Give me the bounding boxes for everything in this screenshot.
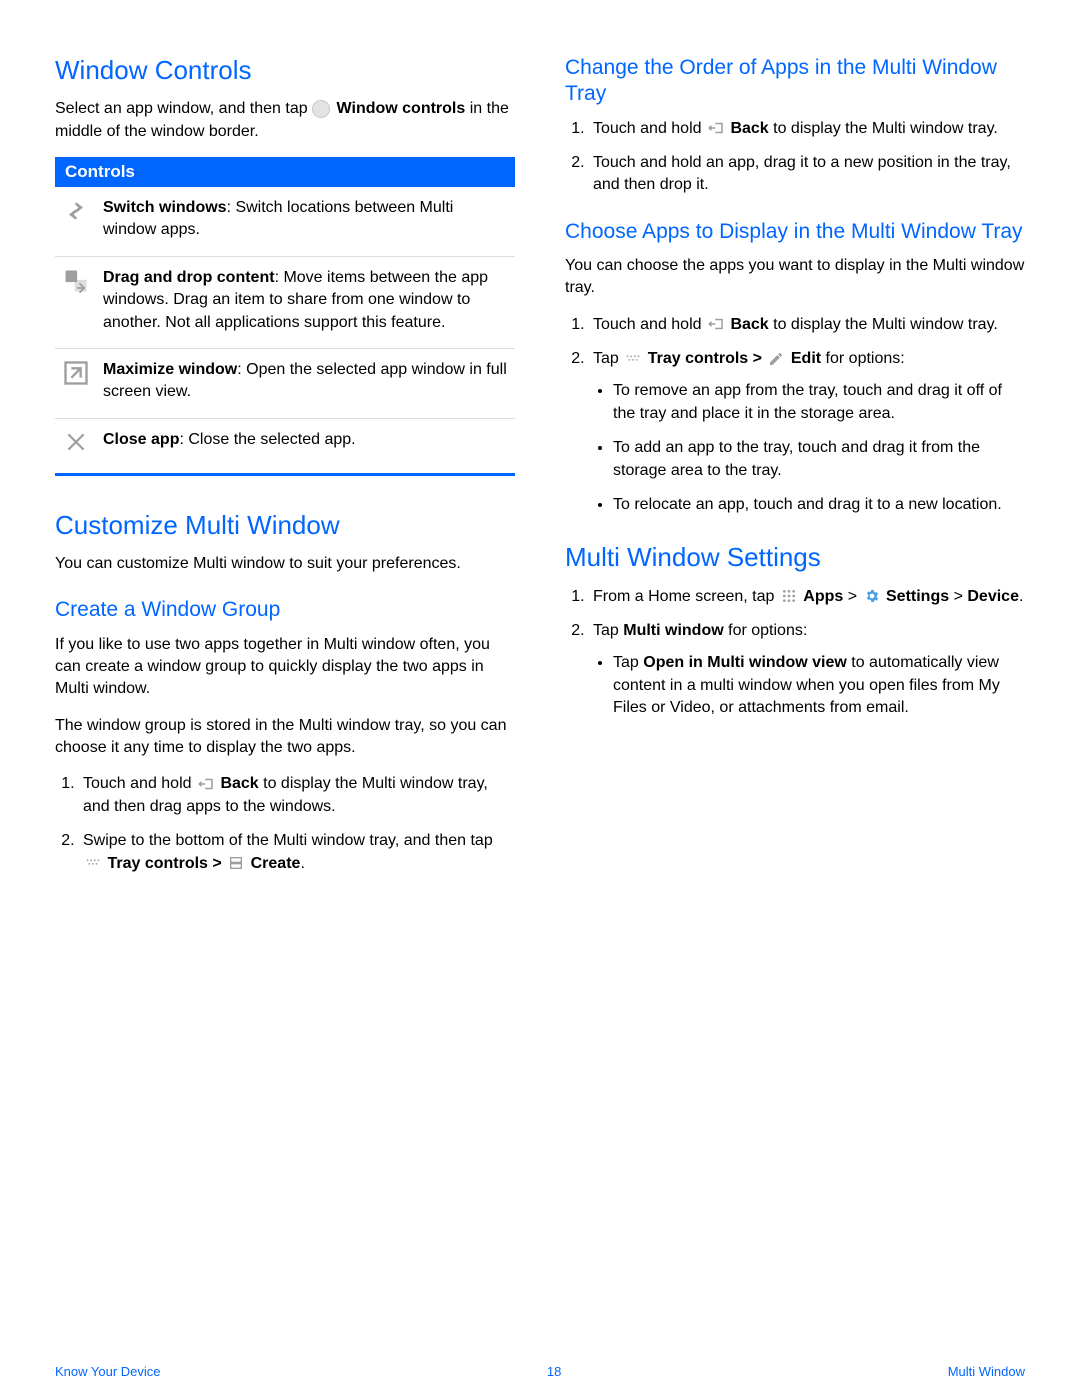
control-row-switch: Switch windows: Switch locations between… (55, 187, 515, 257)
choose-apps-steps: Touch and hold Back to display the Multi… (565, 314, 1025, 517)
bold-label: Maximize window (103, 361, 237, 378)
footer-page-number: 18 (547, 1364, 561, 1379)
bold-label: Open in Multi window view (643, 654, 847, 671)
control-text: Maximize window: Open the selected app w… (103, 359, 509, 404)
settings-gear-icon (863, 587, 881, 605)
bold-label: Edit (791, 350, 821, 367)
text: : Close the selected app. (179, 431, 355, 448)
left-column: Window Controls Select an app window, an… (55, 55, 515, 889)
heading-customize: Customize Multi Window (55, 510, 515, 541)
control-text: Drag and drop content: Move items betwee… (103, 267, 509, 334)
text: Tap (593, 622, 623, 639)
text: Swipe to the bottom of the Multi window … (83, 832, 493, 849)
control-text: Close app: Close the selected app. (103, 429, 509, 459)
choose-apps-intro: You can choose the apps you want to disp… (565, 255, 1025, 300)
list-item: To relocate an app, touch and drag it to… (613, 494, 1025, 516)
text: to display the Multi window tray. (773, 120, 998, 137)
page-footer: Know Your Device 18 Multi Window (0, 1364, 1080, 1379)
text: Tap (593, 350, 623, 367)
list-item: Touch and hold an app, drag it to a new … (589, 152, 1025, 197)
bold-label: Settings (886, 588, 949, 605)
apps-grid-icon (780, 587, 798, 605)
control-row-close: Close app: Close the selected app. (55, 419, 515, 476)
text: . (1019, 588, 1023, 605)
text: Touch and hold (593, 316, 706, 333)
text: . (300, 855, 304, 872)
list-item: Tap Tray controls > Edit for options: To… (589, 348, 1025, 516)
control-row-dragdrop: Drag and drop content: Move items betwee… (55, 257, 515, 349)
heading-window-controls: Window Controls (55, 55, 515, 86)
heading-change-order: Change the Order of Apps in the Multi Wi… (565, 55, 1025, 108)
bold-label: Switch windows (103, 199, 227, 216)
edit-pencil-icon (767, 350, 785, 368)
list-item: Touch and hold Back to display the Multi… (589, 118, 1025, 140)
text: From a Home screen, tap (593, 588, 779, 605)
text: Touch and hold (83, 775, 196, 792)
controls-table-header: Controls (55, 157, 515, 187)
control-row-maximize: Maximize window: Open the selected app w… (55, 349, 515, 419)
close-icon (61, 429, 91, 459)
control-text: Switch windows: Switch locations between… (103, 197, 509, 242)
bold-label: Drag and drop content (103, 269, 275, 286)
footer-left: Know Your Device (55, 1364, 161, 1379)
back-icon (707, 119, 725, 137)
heading-choose-apps: Choose Apps to Display in the Multi Wind… (565, 219, 1025, 245)
list-item: Swipe to the bottom of the Multi window … (79, 830, 515, 875)
choose-apps-bullets: To remove an app from the tray, touch an… (593, 380, 1025, 516)
bold-label: Tray controls > (648, 350, 762, 367)
mw-settings-steps: From a Home screen, tap Apps > Settings … (565, 586, 1025, 720)
back-icon (707, 315, 725, 333)
controls-table: Controls Switch windows: Switch location… (55, 157, 515, 476)
bold-label: Close app (103, 431, 179, 448)
list-item: Touch and hold Back to display the Multi… (589, 314, 1025, 336)
text: Tap (613, 654, 643, 671)
tray-controls-icon (624, 350, 642, 368)
list-item: From a Home screen, tap Apps > Settings … (589, 586, 1025, 608)
customize-intro: You can customize Multi window to suit y… (55, 553, 515, 575)
switch-windows-icon (61, 197, 91, 227)
heading-mw-settings: Multi Window Settings (565, 542, 1025, 573)
text: Select an app window, and then tap (55, 100, 312, 117)
bold-label: Apps (803, 588, 843, 605)
create-group-p2: The window group is stored in the Multi … (55, 715, 515, 760)
bold-label: Back (220, 775, 258, 792)
window-controls-intro: Select an app window, and then tap Windo… (55, 98, 515, 143)
mw-settings-bullets: Tap Open in Multi window view to automat… (593, 652, 1025, 719)
create-group-p1: If you like to use two apps together in … (55, 634, 515, 701)
drag-drop-icon (61, 267, 91, 297)
bold-label: Window controls (337, 100, 466, 117)
list-item: To add an app to the tray, touch and dra… (613, 437, 1025, 482)
text: Touch and hold (593, 120, 706, 137)
text: for options: (728, 622, 807, 639)
list-item: Tap Open in Multi window view to automat… (613, 652, 1025, 719)
change-order-steps: Touch and hold Back to display the Multi… (565, 118, 1025, 197)
bold-label: Back (730, 120, 768, 137)
create-icon (227, 854, 245, 872)
back-icon (197, 775, 215, 793)
tray-controls-icon (84, 854, 102, 872)
text: to display the Multi window tray. (773, 316, 998, 333)
maximize-icon (61, 359, 91, 389)
text: > (954, 588, 968, 605)
list-item: Tap Multi window for options: Tap Open i… (589, 620, 1025, 720)
create-group-steps: Touch and hold Back to display the Multi… (55, 773, 515, 875)
bold-label: Tray controls > (107, 855, 221, 872)
bold-label: Device (967, 588, 1019, 605)
text: > (848, 588, 862, 605)
bold-label: Back (730, 316, 768, 333)
window-controls-icon (312, 100, 330, 118)
list-item: Touch and hold Back to display the Multi… (79, 773, 515, 818)
footer-right: Multi Window (948, 1364, 1025, 1379)
page-body: Window Controls Select an app window, an… (0, 0, 1080, 889)
text: for options: (826, 350, 905, 367)
list-item: To remove an app from the tray, touch an… (613, 380, 1025, 425)
bold-label: Create (251, 855, 301, 872)
bold-label: Multi window (623, 622, 723, 639)
heading-create-group: Create a Window Group (55, 597, 515, 623)
right-column: Change the Order of Apps in the Multi Wi… (565, 55, 1025, 889)
